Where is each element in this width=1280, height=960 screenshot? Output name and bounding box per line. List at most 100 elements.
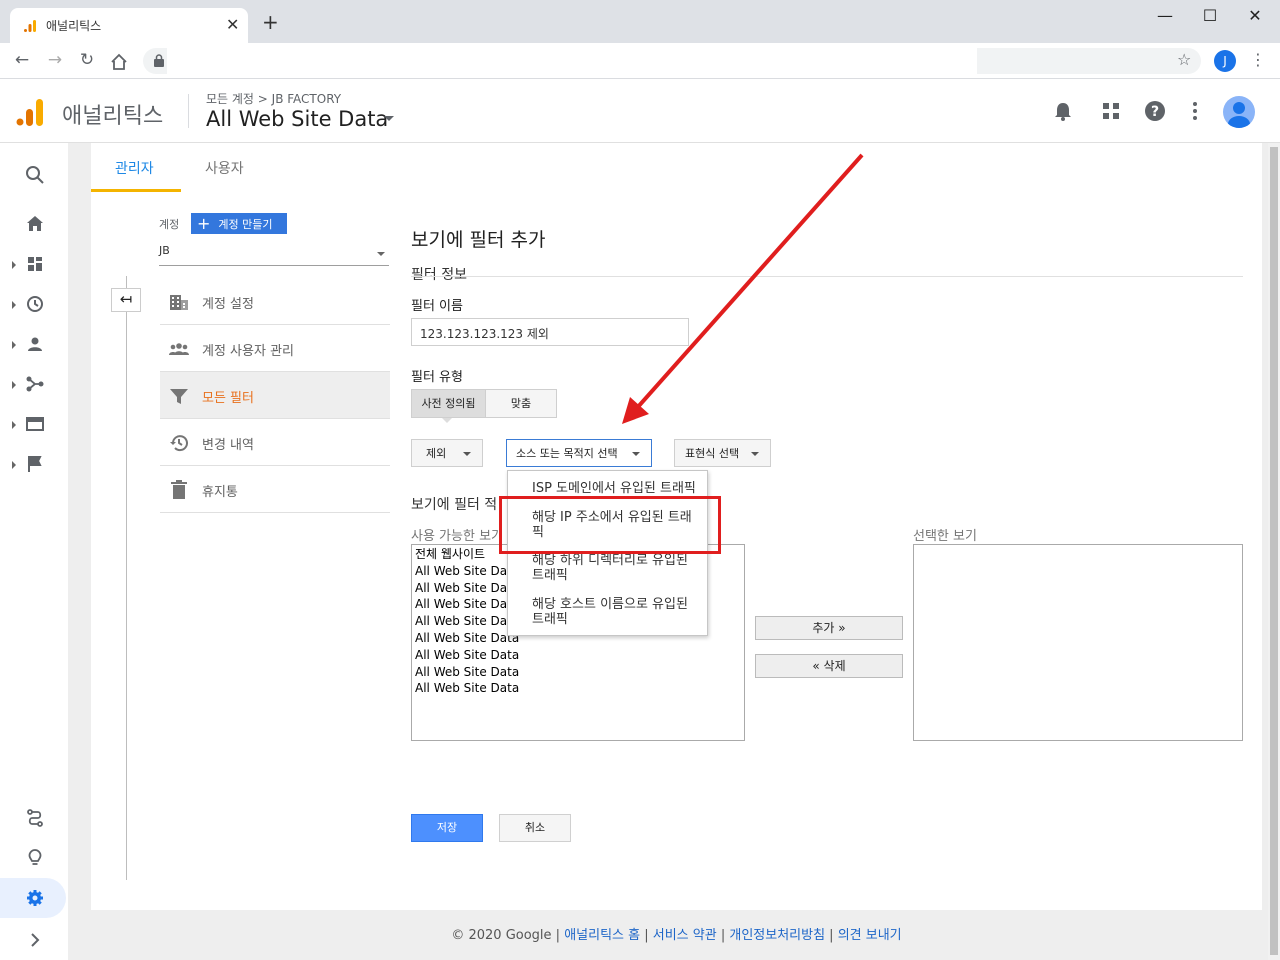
- chevron-down-icon: [463, 452, 471, 456]
- profile-avatar[interactable]: J: [1214, 50, 1236, 72]
- minimize-button[interactable]: —: [1155, 6, 1175, 25]
- account-nav: 계정 설정 계정 사용자 관리 모든 필터 변경 내역 휴지통: [160, 278, 390, 513]
- save-button[interactable]: 저장: [411, 814, 483, 842]
- person-icon[interactable]: [24, 333, 46, 355]
- help-icon[interactable]: ?: [1144, 100, 1166, 122]
- building-icon: [170, 295, 188, 310]
- remove-view-button[interactable]: « 삭제: [755, 654, 903, 678]
- reload-icon[interactable]: ↻: [77, 50, 97, 70]
- notification-bell-icon[interactable]: [1052, 100, 1074, 122]
- list-item[interactable]: All Web Site Data: [415, 680, 741, 697]
- flag-icon[interactable]: [24, 453, 46, 475]
- audience-expand-icon[interactable]: [12, 341, 16, 349]
- account-nav-item-settings[interactable]: 계정 설정: [160, 278, 390, 325]
- account-nav-item-users[interactable]: 계정 사용자 관리: [160, 325, 390, 372]
- add-view-button[interactable]: 추가 »: [755, 616, 903, 640]
- plus-icon: +: [197, 213, 211, 233]
- tab-user[interactable]: 사용자: [205, 158, 244, 178]
- realtime-expand-icon[interactable]: [12, 301, 16, 309]
- history-icon: [170, 435, 188, 452]
- exclude-dropdown-value: 제외: [426, 447, 447, 460]
- account-nav-item-filters[interactable]: 모든 필터: [160, 372, 390, 419]
- filter-icon: [170, 389, 188, 404]
- new-tab-button[interactable]: +: [262, 12, 279, 32]
- custom-button[interactable]: 맞춤: [486, 390, 556, 417]
- available-views-label: 사용 가능한 보기: [411, 529, 503, 544]
- admin-tabs: 관리자 사용자: [91, 143, 1262, 192]
- browser-tab[interactable]: 애널리틱스 ✕: [10, 8, 248, 43]
- expression-dropdown[interactable]: 표현식 선택: [674, 439, 771, 467]
- acquisition-expand-icon[interactable]: [12, 381, 16, 389]
- home-nav-icon[interactable]: [24, 213, 46, 235]
- footer-link-privacy[interactable]: 개인정보처리방침: [729, 928, 825, 943]
- account-nav-item-trash[interactable]: 휴지통: [160, 466, 390, 513]
- account-selector[interactable]: JB: [159, 244, 389, 266]
- account-nav-item-history[interactable]: 변경 내역: [160, 419, 390, 466]
- back-arrow-icon[interactable]: ←: [12, 50, 32, 70]
- section-apply-views: 보기에 필터 적: [411, 497, 498, 513]
- copyright: © 2020 Google: [451, 928, 552, 943]
- lightbulb-icon[interactable]: [24, 847, 46, 869]
- maximize-button[interactable]: ☐: [1200, 6, 1220, 25]
- source-dropdown[interactable]: 소스 또는 목적지 선택: [506, 439, 652, 467]
- bookmark-star-icon[interactable]: ☆: [1177, 50, 1191, 69]
- user-silhouette-icon: [1228, 102, 1250, 128]
- expand-nav-chevron-icon[interactable]: [24, 929, 46, 951]
- chevron-down-icon: [632, 452, 640, 456]
- menu-item-hostname[interactable]: 해당 호스트 이름으로 유입된 트래픽: [532, 597, 688, 627]
- filter-type-toggle: 사전 정의됨 맞춤: [411, 389, 557, 418]
- apps-grid-icon[interactable]: [1100, 100, 1122, 122]
- footer-separator: |: [716, 928, 730, 943]
- cancel-button[interactable]: 취소: [499, 814, 571, 842]
- attribution-icon[interactable]: [24, 807, 46, 829]
- menu-item-label: 해당 하위 디렉터리로 유입된: [532, 553, 688, 568]
- section-filter-info: 필터 정보: [411, 267, 467, 283]
- lock-icon: [154, 54, 164, 67]
- trash-icon: [171, 480, 187, 499]
- behavior-expand-icon[interactable]: [12, 421, 16, 429]
- customization-expand-icon[interactable]: [12, 261, 16, 269]
- more-vert-icon[interactable]: [1184, 100, 1206, 122]
- browser-menu-icon[interactable]: ⋮: [1250, 50, 1266, 69]
- account-nav-label: 변경 내역: [202, 438, 254, 453]
- property-dropdown-icon[interactable]: [384, 116, 394, 121]
- acquisition-icon[interactable]: [24, 373, 46, 395]
- footer-link-feedback[interactable]: 의견 보내기: [838, 928, 902, 943]
- url-field[interactable]: [167, 48, 977, 74]
- collapse-back-button[interactable]: ↤: [111, 288, 141, 312]
- breadcrumb[interactable]: 모든 계정 > JB FACTORY: [206, 90, 341, 107]
- list-item[interactable]: All Web Site Data: [415, 664, 741, 681]
- tab-title: 애널리틱스: [46, 19, 102, 33]
- selected-views-label: 선택한 보기: [913, 529, 977, 544]
- menu-item-label-cont: 트래픽: [532, 568, 568, 583]
- home-icon[interactable]: [110, 53, 128, 71]
- search-icon[interactable]: [24, 164, 46, 186]
- forward-arrow-icon[interactable]: →: [45, 50, 65, 70]
- tab-admin[interactable]: 관리자: [115, 158, 154, 178]
- close-window-button[interactable]: ✕: [1245, 6, 1265, 25]
- create-account-button[interactable]: + 계정 만들기: [191, 213, 287, 234]
- behavior-icon[interactable]: [24, 413, 46, 435]
- property-selector[interactable]: All Web Site Data: [206, 107, 388, 131]
- create-account-label: 계정 만들기: [218, 217, 273, 231]
- app-name: 애널리틱스: [62, 104, 164, 129]
- clock-icon[interactable]: [24, 293, 46, 315]
- selected-views-list[interactable]: [913, 544, 1243, 741]
- menu-item-subdirectory[interactable]: 해당 하위 디렉터리로 유입된 트래픽: [532, 553, 688, 583]
- settings-gear-icon[interactable]: [24, 887, 46, 909]
- account-selected-value: JB: [159, 244, 170, 257]
- conversions-expand-icon[interactable]: [12, 461, 16, 469]
- dashboard-icon[interactable]: [24, 253, 46, 275]
- filter-name-input[interactable]: 123.123.123.123 제외: [411, 318, 689, 346]
- predefined-button[interactable]: 사전 정의됨: [412, 390, 486, 417]
- footer-link-home[interactable]: 애널리틱스 홈: [564, 928, 640, 943]
- list-item[interactable]: All Web Site Data: [415, 647, 741, 664]
- footer-link-terms[interactable]: 서비스 약관: [653, 928, 717, 943]
- menu-item-isp-domain[interactable]: ISP 도메인에서 유입된 트래픽: [532, 481, 696, 496]
- scrollbar-thumb[interactable]: [1270, 147, 1278, 955]
- tab-close-icon[interactable]: ✕: [226, 15, 239, 34]
- account-avatar[interactable]: [1223, 96, 1255, 128]
- footer-separator: |: [640, 928, 653, 943]
- address-bar[interactable]: ☆: [143, 48, 1201, 74]
- exclude-dropdown[interactable]: 제외: [411, 439, 483, 467]
